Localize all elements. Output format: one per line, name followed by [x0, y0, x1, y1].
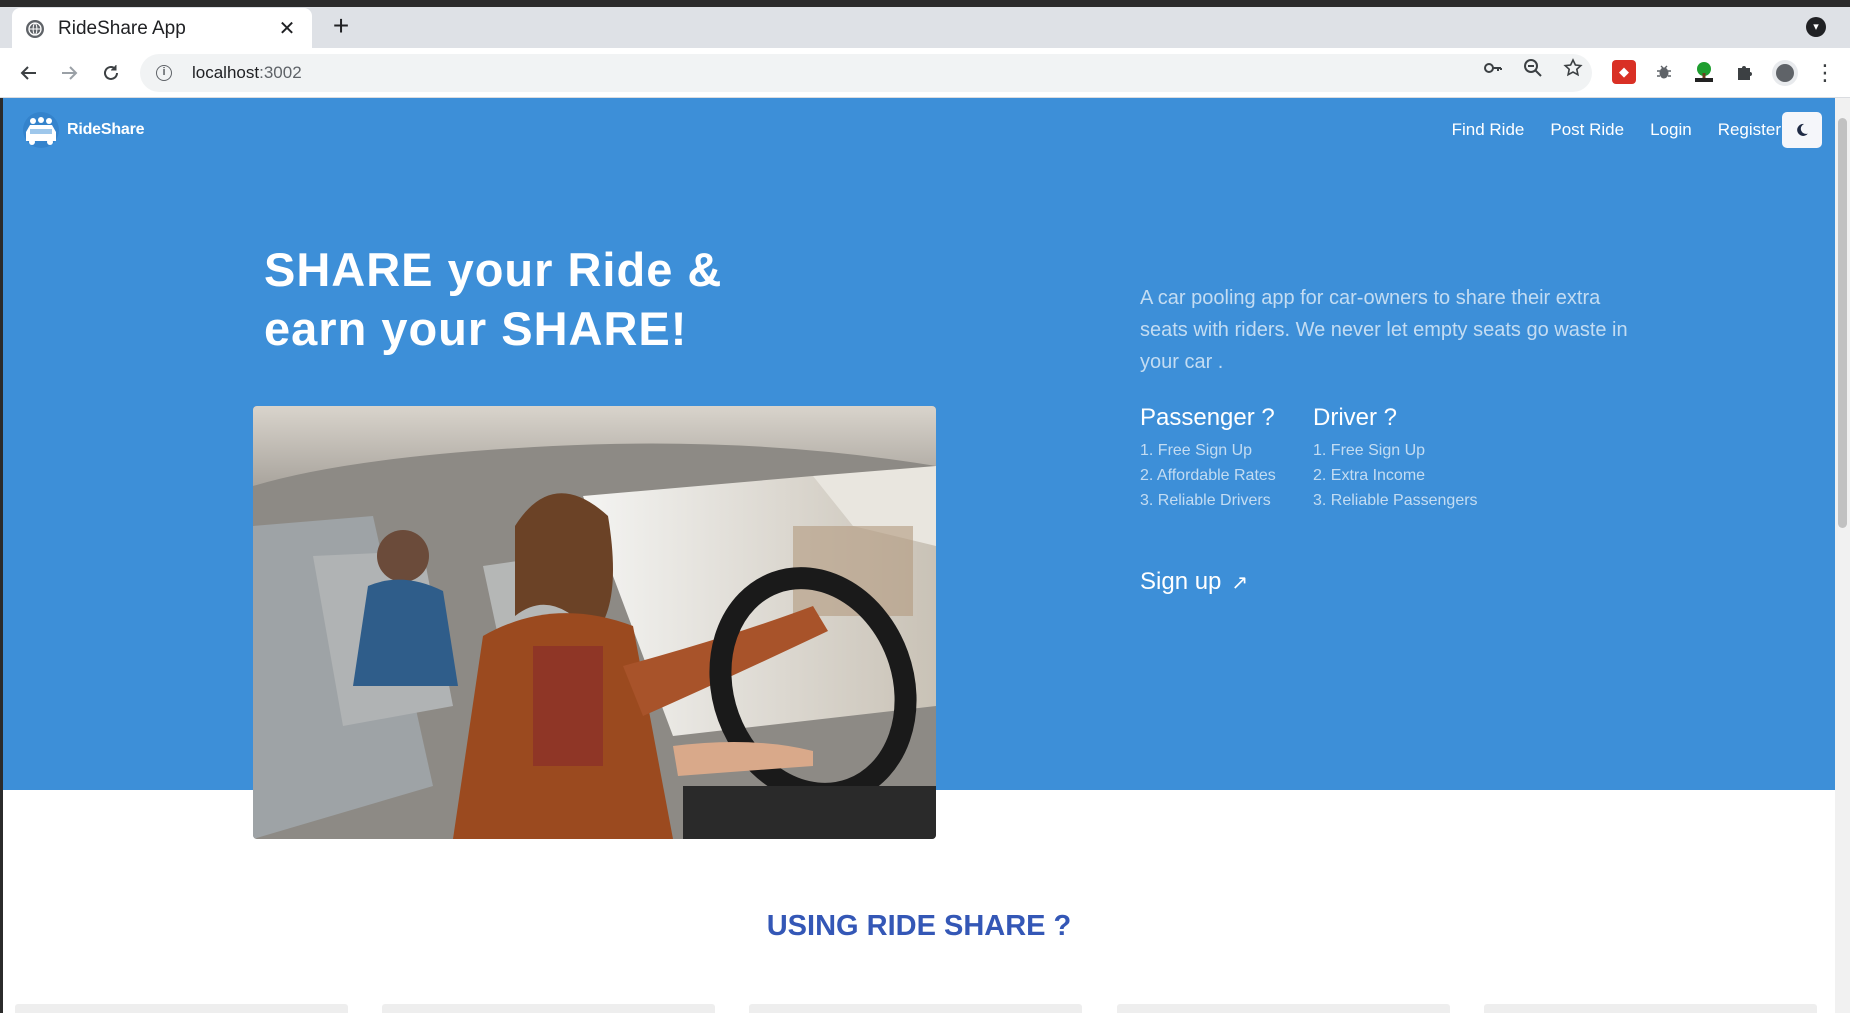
- hero-car-image: [253, 406, 936, 839]
- hero-title: SHARE your Ride & earn your SHARE!: [264, 240, 824, 358]
- site-info-icon[interactable]: i: [156, 65, 172, 81]
- feature-card: [15, 1004, 348, 1013]
- address-bar[interactable]: i localhost:3002: [140, 54, 1592, 92]
- key-icon[interactable]: [1481, 56, 1505, 80]
- passenger-item: 1. Free Sign Up: [1140, 442, 1253, 459]
- globe-icon: [26, 19, 44, 38]
- menu-kebab-icon[interactable]: ⋮: [1814, 58, 1836, 88]
- signup-label: Sign up: [1140, 568, 1222, 595]
- profile-avatar-icon[interactable]: [1772, 60, 1798, 86]
- tab-search-icon[interactable]: ▾: [1806, 17, 1826, 37]
- passenger-title: Passenger ?: [1140, 404, 1275, 431]
- url-host: localhost: [192, 63, 260, 82]
- driver-item: 1. Free Sign Up: [1313, 442, 1426, 459]
- section-title: USING RIDE SHARE ?: [766, 910, 1072, 942]
- hero-description: A car pooling app for car-owners to shar…: [1140, 287, 1628, 373]
- page-content: RideShare Find Ride Post Ride Login Regi…: [3, 98, 1835, 1013]
- zoom-icon[interactable]: [1521, 56, 1545, 80]
- url-port: :3002: [259, 63, 302, 82]
- brand[interactable]: RideShare: [21, 112, 145, 148]
- app-navbar: RideShare Find Ride Post Ride Login Regi…: [3, 98, 1835, 162]
- driver-title: Driver ?: [1313, 404, 1398, 431]
- reload-icon[interactable]: [96, 58, 126, 88]
- bug-icon[interactable]: [1652, 60, 1676, 84]
- forward-icon[interactable]: [54, 58, 84, 88]
- tab-strip: RideShare App ✕ + ▾: [0, 0, 1850, 49]
- passenger-column: Passenger ? 1. Free Sign Up 2. Affordabl…: [1140, 404, 1276, 513]
- extension-red-icon[interactable]: ◆: [1612, 60, 1636, 84]
- driver-item: 3. Reliable Passengers: [1313, 492, 1478, 509]
- bookmark-star-icon[interactable]: [1561, 56, 1585, 80]
- feature-card: [1484, 1004, 1817, 1013]
- nav-post-ride[interactable]: Post Ride: [1550, 120, 1624, 140]
- feature-card: [1117, 1004, 1450, 1013]
- window-top-border: [0, 0, 1850, 7]
- back-icon[interactable]: [14, 58, 44, 88]
- hero-title-line1: SHARE your Ride &: [264, 243, 723, 296]
- arrow-up-right-icon: ↗: [1231, 571, 1249, 594]
- passenger-item: 3. Reliable Drivers: [1140, 492, 1271, 509]
- nav-links: Find Ride Post Ride Login Register: [1426, 120, 1781, 140]
- browser-toolbar: i localhost:3002 ◆ ⋮: [0, 48, 1850, 98]
- html-tree-icon[interactable]: [1692, 60, 1716, 84]
- feature-cards: [15, 1004, 1835, 1013]
- scrollbar-thumb[interactable]: [1838, 118, 1847, 528]
- driver-item: 2. Extra Income: [1313, 467, 1426, 484]
- nav-find-ride[interactable]: Find Ride: [1452, 120, 1525, 140]
- moon-icon: [1797, 123, 1808, 136]
- page-scrollbar[interactable]: [1835, 98, 1850, 1013]
- hero-title-line2: earn your SHARE!: [264, 302, 688, 355]
- nav-register[interactable]: Register: [1718, 120, 1781, 140]
- browser-window: RideShare App ✕ + ▾ i localhost:3002 ◆: [0, 0, 1850, 1013]
- feature-card: [382, 1004, 715, 1013]
- theme-toggle-button[interactable]: [1782, 112, 1822, 148]
- browser-tab[interactable]: RideShare App ✕: [12, 8, 312, 49]
- brand-name: RideShare: [67, 121, 145, 138]
- nav-login[interactable]: Login: [1650, 120, 1692, 140]
- driver-column: Driver ? 1. Free Sign Up 2. Extra Income…: [1313, 404, 1478, 513]
- puzzle-icon[interactable]: [1732, 60, 1756, 84]
- close-tab-icon[interactable]: ✕: [276, 16, 298, 41]
- feature-card: [749, 1004, 1082, 1013]
- car-logo-icon: [21, 112, 61, 148]
- signup-link[interactable]: Sign up ↗: [1140, 568, 1248, 596]
- passenger-item: 2. Affordable Rates: [1140, 467, 1276, 484]
- new-tab-button[interactable]: +: [326, 12, 356, 42]
- tab-title: RideShare App: [58, 17, 186, 39]
